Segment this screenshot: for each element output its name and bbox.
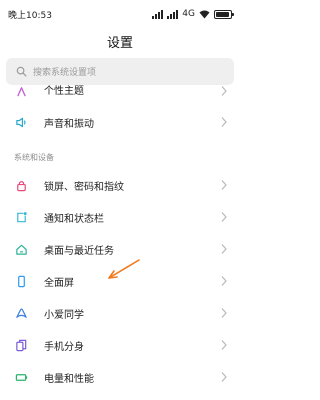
setting-label: 声音和振动 bbox=[44, 118, 94, 130]
chevron-right-icon bbox=[221, 86, 227, 96]
setting-item-theme[interactable]: 个性主题 bbox=[0, 86, 240, 106]
search-icon bbox=[16, 66, 27, 77]
setting-item-notifications[interactable]: 通知和状态栏 bbox=[0, 201, 240, 233]
section-header: 系统和设备 bbox=[14, 153, 54, 162]
setting-item-lockscreen[interactable]: 锁屏、密码和指纹 bbox=[0, 169, 240, 201]
speaker-icon bbox=[14, 115, 28, 129]
page-title: 设置 bbox=[106, 36, 133, 51]
wifi-icon bbox=[199, 10, 210, 18]
setting-label: 通知和状态栏 bbox=[44, 213, 104, 225]
battery-fill bbox=[216, 11, 229, 17]
setting-label: 小爱同学 bbox=[44, 309, 84, 321]
signal-icon-2 bbox=[167, 9, 179, 19]
chevron-right-icon bbox=[221, 244, 227, 254]
annotation-arrow bbox=[108, 259, 140, 279]
notification-icon bbox=[14, 210, 28, 224]
chevron-right-icon bbox=[221, 180, 227, 190]
setting-label: 电量和性能 bbox=[44, 373, 94, 385]
phone-icon bbox=[14, 274, 28, 288]
chevron-right-icon bbox=[221, 308, 227, 318]
signal-icon bbox=[152, 9, 164, 19]
status-time: 晚上10:53 bbox=[8, 10, 52, 21]
network-type: 4G bbox=[182, 9, 195, 19]
setting-item-dual-apps[interactable]: 手机分身 bbox=[0, 329, 240, 361]
search-input[interactable]: 搜索系统设置项 bbox=[6, 58, 234, 85]
status-bar: 晚上10:53 4G bbox=[0, 0, 240, 28]
setting-item-assistant[interactable]: 小爱同学 bbox=[0, 297, 240, 329]
clone-icon bbox=[14, 338, 28, 352]
search-placeholder: 搜索系统设置项 bbox=[33, 68, 97, 78]
status-indicators: 4G bbox=[152, 9, 234, 19]
assistant-icon bbox=[14, 306, 28, 320]
setting-label: 个性主题 bbox=[44, 86, 84, 97]
home-icon bbox=[14, 242, 28, 256]
lock-icon bbox=[14, 178, 28, 192]
setting-label: 桌面与最近任务 bbox=[44, 245, 114, 257]
setting-item-sound[interactable]: 声音和振动 bbox=[0, 106, 240, 138]
palette-icon bbox=[14, 84, 28, 98]
chevron-right-icon bbox=[221, 340, 227, 350]
battery-icon bbox=[214, 9, 234, 19]
setting-label: 全面屏 bbox=[44, 277, 74, 289]
chevron-right-icon bbox=[221, 276, 227, 286]
section-divider bbox=[0, 138, 240, 146]
chevron-right-icon bbox=[221, 117, 227, 127]
chevron-right-icon bbox=[221, 212, 227, 222]
setting-label: 手机分身 bbox=[44, 341, 84, 353]
setting-label: 锁屏、密码和指纹 bbox=[44, 181, 124, 193]
chevron-right-icon bbox=[221, 372, 227, 382]
battery-performance-icon bbox=[14, 370, 28, 384]
setting-item-battery[interactable]: 电量和性能 bbox=[0, 361, 240, 393]
settings-list: 个性主题 声音和振动 系统和设备 锁屏、密码和指纹 通知和状态栏 桌面与最近任务 bbox=[0, 86, 240, 393]
